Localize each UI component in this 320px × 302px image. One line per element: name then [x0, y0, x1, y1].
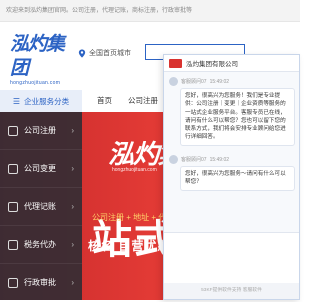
- message-sender: 客服顾问07: [181, 157, 207, 163]
- category-label: 企业服务分类: [24, 96, 70, 106]
- nav-item-company-registration[interactable]: 公司注册: [128, 90, 158, 112]
- chat-header[interactable]: 泓灼集团有限公司: [164, 55, 299, 72]
- tax-icon: [8, 239, 18, 250]
- logo-domain: hongzhuojituan.com: [10, 80, 61, 86]
- chat-footer: 53KF提供软件支持 客服软件: [164, 283, 299, 299]
- avatar: [169, 77, 178, 86]
- building-icon: [8, 125, 18, 136]
- sidebar-item-admin-approval[interactable]: 行政审批 ›: [0, 264, 82, 302]
- location-pin-icon: [78, 48, 86, 58]
- city-label: 全国首页城市: [89, 50, 131, 57]
- edit-icon: [8, 163, 18, 174]
- message-meta: 客服顾问07 15:49:02: [169, 77, 295, 86]
- sidebar-item-label: 公司变更: [24, 164, 56, 173]
- chevron-right-icon: ›: [71, 240, 74, 249]
- chevron-right-icon: ›: [71, 126, 74, 135]
- nav-item-home[interactable]: 首页: [97, 90, 112, 112]
- sidebar-item-label: 公司注册: [24, 126, 56, 135]
- menu-icon: ☰: [12, 96, 21, 106]
- sidebar-item-company-registration[interactable]: 公司注册 ›: [0, 112, 82, 150]
- message-sender: 客服顾问07: [181, 79, 207, 85]
- sidebar-item-tax-agency[interactable]: 税务代办 ›: [0, 226, 82, 264]
- logo-text: 泓灼集团: [10, 33, 65, 79]
- chat-message: 客服顾问07 15:49:02 您好，很高兴为您服务！我们是专业提供：公司注册｜…: [169, 77, 295, 146]
- chat-message-input[interactable]: [164, 232, 299, 283]
- sidebar-item-label: 代理记账: [24, 202, 56, 211]
- sidebar-item-label: 行政审批: [24, 278, 56, 287]
- city-selector[interactable]: 全国首页城市: [78, 48, 131, 58]
- chat-title: 泓灼集团有限公司: [186, 61, 238, 68]
- welcome-bar: 欢迎来到泓灼集团官网。公司注册，代理记账，商标注册，行政审批等: [0, 0, 300, 22]
- chat-logo-icon: [169, 58, 182, 68]
- category-menu-button[interactable]: ☰ 企业服务分类: [0, 90, 82, 112]
- chat-window: 泓灼集团有限公司 客服顾问07 15:49:02 您好，很高兴为您服务！我们是专…: [163, 54, 300, 300]
- stamp-icon: [8, 277, 18, 288]
- message-bubble: 您好，很高兴为您服务～请问有什么可以帮您？: [180, 166, 295, 191]
- banner-logo-domain: hongzhuojituan.com: [112, 167, 157, 173]
- sidebar-item-label: 税务代办: [24, 240, 56, 249]
- avatar: [169, 155, 178, 164]
- sidebar-item-company-change[interactable]: 公司变更 ›: [0, 150, 82, 188]
- site-logo[interactable]: 泓灼集团 hongzhuojituan.com: [10, 32, 70, 86]
- chevron-right-icon: ›: [71, 202, 74, 211]
- ledger-icon: [8, 201, 18, 212]
- chevron-right-icon: ›: [71, 164, 74, 173]
- message-bubble: 您好，很高兴为您服务！我们是专业提供：公司注册｜变更｜企业资质等服务的一站式企业…: [180, 88, 295, 146]
- category-sidebar: 公司注册 › 公司变更 › 代理记账 › 税务代办 › 行政审批 ›: [0, 112, 82, 302]
- message-time: 15:49:02: [209, 78, 230, 85]
- sidebar-item-bookkeeping[interactable]: 代理记账 ›: [0, 188, 82, 226]
- message-time: 15:49:02: [209, 156, 230, 163]
- message-meta: 客服顾问07 15:49:02: [169, 155, 295, 164]
- chevron-right-icon: ›: [71, 278, 74, 287]
- chat-message: 客服顾问07 15:49:02 您好，很高兴为您服务～请问有什么可以帮您？: [169, 155, 295, 191]
